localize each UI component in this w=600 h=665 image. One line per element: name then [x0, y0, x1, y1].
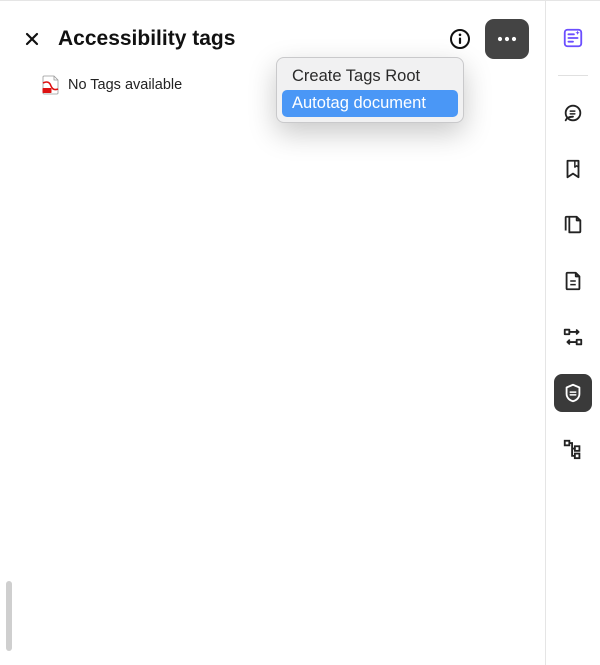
structure-tree-icon[interactable] [554, 430, 592, 468]
document-icon[interactable] [554, 262, 592, 300]
accessibility-tags-panel: Accessibility tags No Tags available Cre… [0, 1, 545, 665]
reading-order-icon[interactable] [554, 318, 592, 356]
bookmark-icon[interactable] [554, 150, 592, 188]
ai-sparkle-panel-icon[interactable] [554, 19, 592, 57]
panel-title: Accessibility tags [58, 27, 443, 51]
pdf-icon [42, 75, 60, 95]
more-options-button[interactable] [485, 19, 529, 59]
pages-icon[interactable] [554, 206, 592, 244]
close-icon [24, 31, 40, 47]
menu-item-create-tags-root[interactable]: Create Tags Root [282, 63, 458, 90]
panel-header: Accessibility tags [0, 1, 545, 63]
empty-state-text: No Tags available [68, 77, 182, 93]
menu-item-autotag-document[interactable]: Autotag document [282, 90, 458, 117]
scrollbar-thumb[interactable] [6, 581, 12, 651]
ellipsis-icon [496, 36, 518, 42]
rail-divider [558, 75, 588, 76]
info-button[interactable] [443, 22, 477, 56]
comment-search-icon[interactable] [554, 94, 592, 132]
close-panel-button[interactable] [16, 23, 48, 55]
accessibility-tags-icon[interactable] [554, 374, 592, 412]
more-options-menu: Create Tags RootAutotag document [276, 57, 464, 123]
info-icon [449, 28, 471, 50]
right-tool-rail [545, 1, 600, 665]
